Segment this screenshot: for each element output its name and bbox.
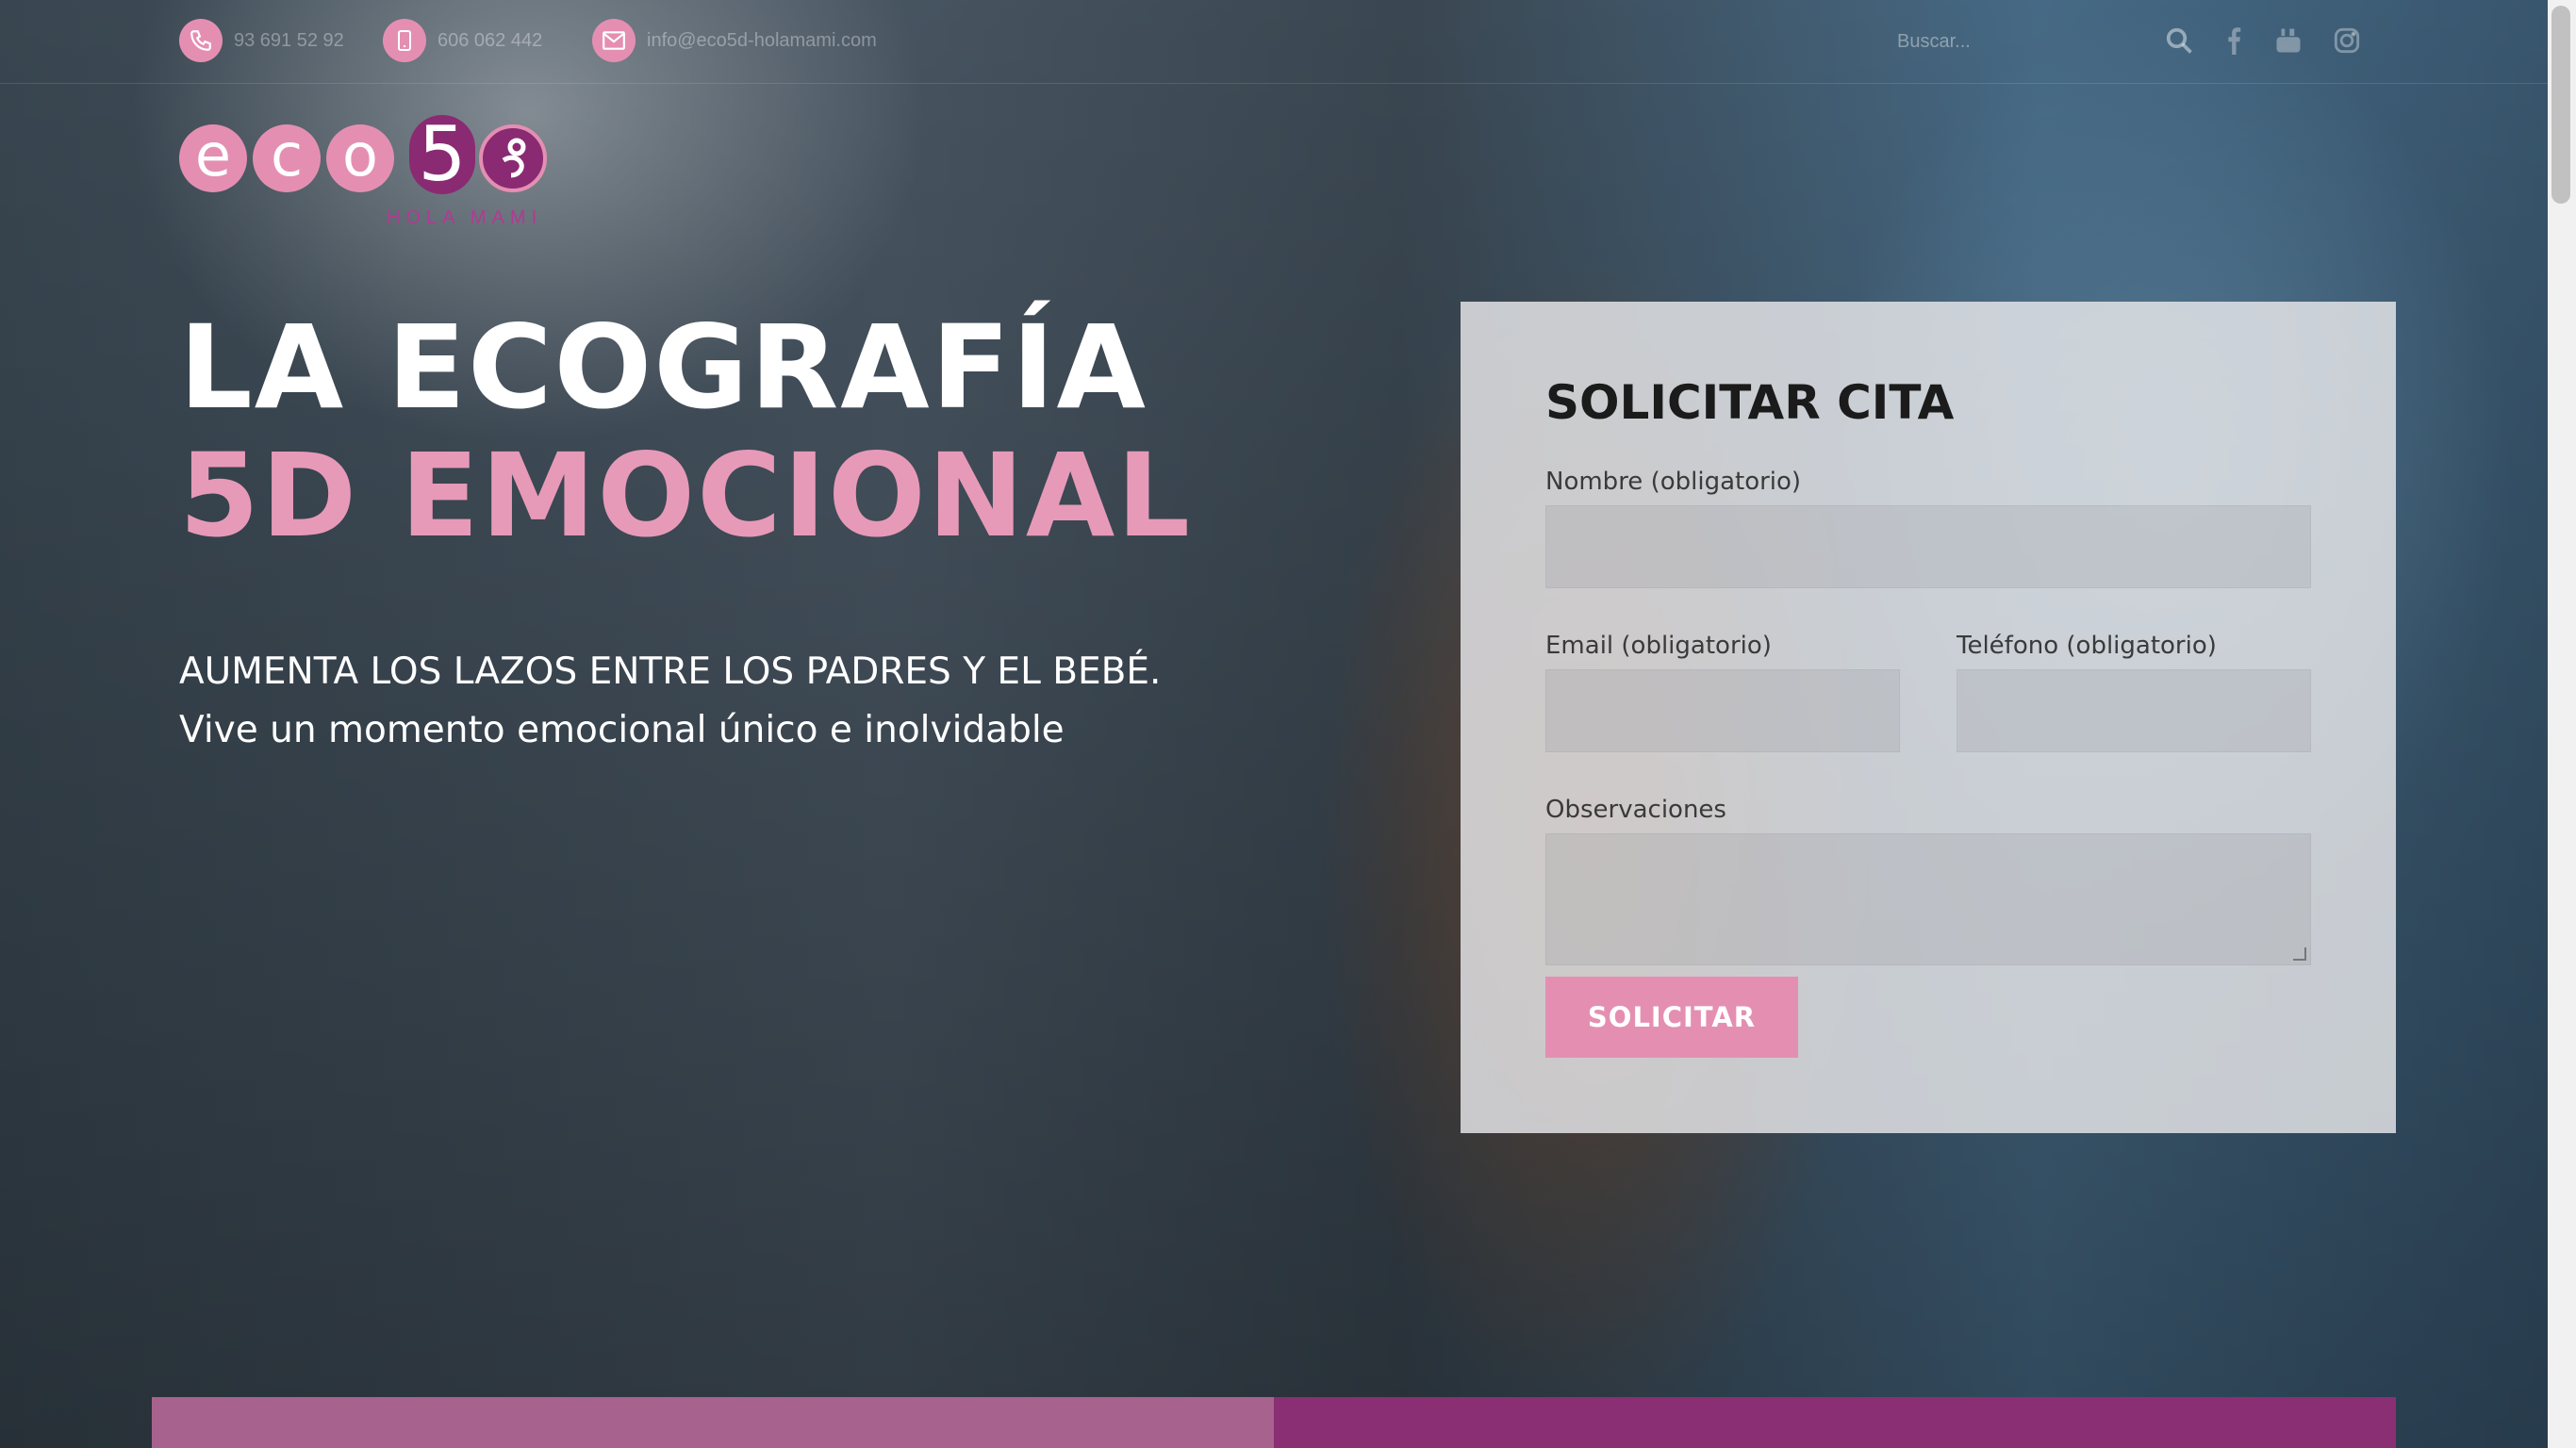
name-label: Nombre (obligatorio): [1545, 468, 1802, 496]
hero-subtitle-line1: AUMENTA LOS LAZOS ENTRE LOS PADRES Y EL …: [179, 650, 1162, 693]
logo-letter-e: e: [179, 124, 247, 192]
notes-textarea[interactable]: [1545, 833, 2311, 965]
hero-subtitle-line2: Vive un momento emocional único e inolvi…: [179, 709, 1065, 751]
facebook-icon[interactable]: [2218, 25, 2250, 57]
hero-title-line2: 5D EMOCIONAL: [179, 429, 1192, 563]
resize-handle[interactable]: [2293, 947, 2306, 961]
logo-letter-c: c: [253, 124, 321, 192]
phone-icon: [179, 19, 223, 62]
baby-icon: [479, 124, 547, 192]
top-bar: 93 691 52 92 606 062 442 info@eco5d-hola…: [0, 0, 2548, 84]
search-input[interactable]: [1895, 23, 2125, 60]
notes-label: Observaciones: [1545, 796, 1726, 824]
hero-title-line1: LA ECOGRAFÍA: [179, 301, 1148, 435]
scrollbar-thumb[interactable]: [2551, 6, 2570, 204]
name-field[interactable]: [1545, 505, 2311, 588]
contact-phone[interactable]: 93 691 52 92: [179, 19, 344, 62]
youtube-icon[interactable]: [2272, 25, 2304, 57]
appointment-form: SOLICITAR CITA Nombre (obligatorio) Emai…: [1461, 302, 2396, 1133]
logo-letter-o: o: [326, 124, 394, 192]
bottom-tab-left[interactable]: [152, 1397, 1274, 1448]
phone-number: 93 691 52 92: [234, 29, 344, 51]
logo-number: 5: [409, 115, 475, 194]
logo-tagline: HOLA MAMI: [387, 207, 543, 228]
email-label: Email (obligatorio): [1545, 632, 1772, 660]
email-address: info@eco5d-holamami.com: [647, 29, 877, 51]
bottom-tab-right[interactable]: [1274, 1397, 2396, 1448]
mobile-number: 606 062 442: [438, 29, 543, 51]
submit-button[interactable]: SOLICITAR: [1545, 977, 1798, 1058]
instagram-icon[interactable]: [2331, 25, 2363, 57]
phone-label: Teléfono (obligatorio): [1957, 632, 2217, 660]
search-icon[interactable]: [2163, 25, 2195, 57]
site-logo[interactable]: e c o 5 HOLA MAMI: [179, 115, 556, 234]
mobile-icon: [383, 19, 426, 62]
mail-icon: [592, 19, 636, 62]
form-title: SOLICITAR CITA: [1545, 375, 1955, 430]
contact-mobile[interactable]: 606 062 442: [383, 19, 542, 62]
scrollbar-track[interactable]: [2548, 0, 2576, 1448]
phone-field[interactable]: [1957, 669, 2311, 752]
contact-email[interactable]: info@eco5d-holamami.com: [592, 19, 877, 62]
email-field[interactable]: [1545, 669, 1900, 752]
